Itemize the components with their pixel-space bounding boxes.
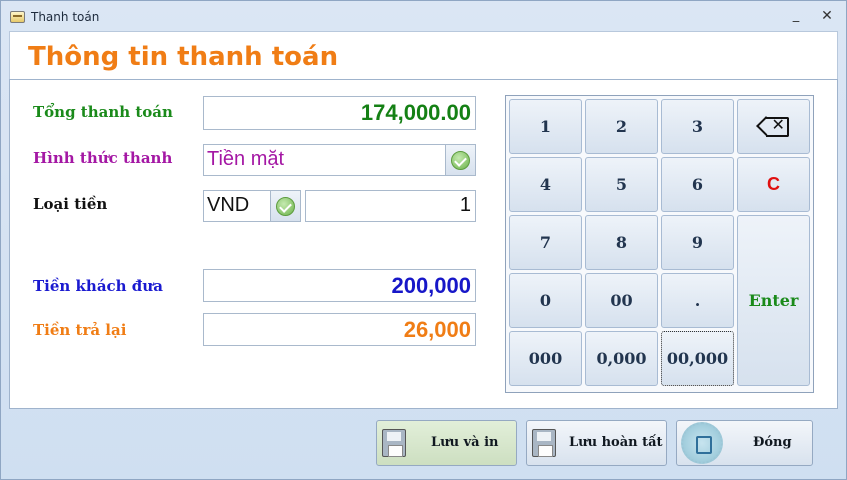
amount-given-label: Tiền khách đưa: [33, 277, 163, 295]
save-complete-button[interactable]: Lưu hoàn tất: [526, 420, 667, 466]
header: Thông tin thanh toán: [9, 31, 838, 79]
app-wallet-icon: [10, 11, 25, 23]
backspace-button[interactable]: ✕: [737, 99, 810, 154]
key-1[interactable]: 1: [509, 99, 582, 154]
key-8[interactable]: 8: [585, 215, 658, 270]
key-00000[interactable]: 00,000: [661, 331, 734, 386]
key-9[interactable]: 9: [661, 215, 734, 270]
exchange-rate-value: 1: [459, 194, 471, 216]
key-5[interactable]: 5: [585, 157, 658, 212]
amount-given-value: 200,000: [391, 273, 471, 298]
currency-dropdown-button[interactable]: [270, 191, 300, 221]
enter-button[interactable]: Enter: [737, 215, 810, 386]
exit-icon: [681, 422, 723, 464]
total-field: 174,000.00: [203, 96, 476, 130]
payment-form: Tổng thanh toán 174,000.00 Hình thức tha…: [9, 79, 838, 409]
close-window-button[interactable]: ✕: [816, 9, 838, 25]
payment-method-value: Tiền mặt: [207, 148, 285, 170]
change-value: 26,000: [403, 317, 471, 342]
total-label: Tổng thanh toán: [33, 103, 173, 121]
key-0000[interactable]: 0,000: [585, 331, 658, 386]
payment-window: Thanh toán _ ✕ Thông tin thanh toán Tổng…: [0, 0, 847, 480]
total-value: 174,000.00: [360, 100, 471, 125]
key-00[interactable]: 00: [585, 273, 658, 328]
key-dot[interactable]: .: [661, 273, 734, 328]
save-complete-label: Lưu hoàn tất: [569, 435, 663, 450]
minimize-button[interactable]: _: [785, 9, 807, 25]
key-000[interactable]: 000: [509, 331, 582, 386]
payment-method-combo[interactable]: Tiền mặt: [203, 144, 476, 176]
change-field: 26,000: [203, 313, 476, 346]
currency-value: VND: [207, 194, 250, 216]
payment-method-label: Hình thức thanh: [33, 149, 173, 167]
save-and-print-button[interactable]: Lưu và in: [376, 420, 517, 466]
change-label: Tiền trả lại: [33, 321, 127, 339]
floppy-disk-icon: [532, 429, 556, 457]
save-and-print-label: Lưu và in: [431, 435, 499, 450]
clear-button[interactable]: C: [737, 157, 810, 212]
title-bar: Thanh toán _ ✕: [1, 1, 846, 29]
key-0[interactable]: 0: [509, 273, 582, 328]
currency-combo[interactable]: VND: [203, 190, 301, 222]
check-icon: [451, 151, 470, 170]
backspace-icon: ✕: [755, 115, 790, 137]
key-2[interactable]: 2: [585, 99, 658, 154]
page-title: Thông tin thanh toán: [28, 42, 339, 72]
exchange-rate-input[interactable]: 1: [305, 190, 476, 222]
payment-method-dropdown-button[interactable]: [445, 145, 475, 175]
key-3[interactable]: 3: [661, 99, 734, 154]
key-6[interactable]: 6: [661, 157, 734, 212]
window-title: Thanh toán: [31, 10, 100, 24]
check-icon: [276, 197, 295, 216]
close-label: Đóng: [753, 435, 792, 450]
key-7[interactable]: 7: [509, 215, 582, 270]
floppy-disk-icon: [382, 429, 406, 457]
numeric-keypad: 1 2 3 ✕ 4 5 6 C 7 8 9 Enter 0 00 . 000 0…: [505, 95, 814, 393]
close-button[interactable]: Đóng: [676, 420, 813, 466]
currency-label: Loại tiền: [33, 195, 108, 213]
amount-given-input[interactable]: 200,000: [203, 269, 476, 302]
key-4[interactable]: 4: [509, 157, 582, 212]
